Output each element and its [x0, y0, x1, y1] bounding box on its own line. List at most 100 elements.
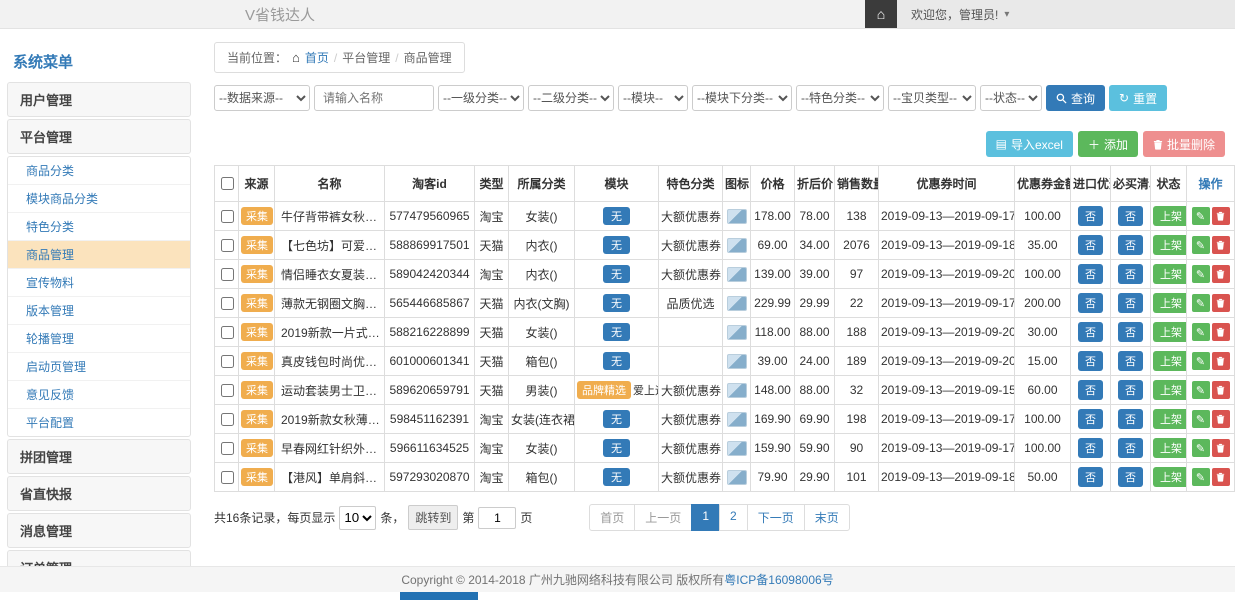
edit-button[interactable]: ✎ — [1192, 265, 1210, 283]
delete-button[interactable] — [1212, 439, 1230, 457]
edit-button[interactable]: ✎ — [1192, 236, 1210, 254]
sidebar-item-商品管理[interactable]: 商品管理 — [8, 241, 190, 269]
import-select-toggle[interactable]: 否 — [1078, 380, 1103, 400]
status-button[interactable]: 上架 — [1153, 264, 1187, 284]
sidebar-item-轮播管理[interactable]: 轮播管理 — [8, 325, 190, 353]
status-button[interactable]: 上架 — [1153, 351, 1187, 371]
import-select-toggle[interactable]: 否 — [1078, 351, 1103, 371]
name-search-input[interactable] — [314, 85, 434, 111]
delete-button[interactable] — [1212, 265, 1230, 283]
import-select-toggle[interactable]: 否 — [1078, 206, 1103, 226]
delete-button[interactable] — [1212, 468, 1230, 486]
status-button[interactable]: 上架 — [1153, 409, 1187, 429]
status-button[interactable]: 上架 — [1153, 322, 1187, 342]
must-buy-toggle[interactable]: 否 — [1118, 235, 1143, 255]
row-checkbox[interactable] — [221, 239, 234, 252]
sidebar-group-平台管理[interactable]: 平台管理 — [7, 119, 191, 154]
must-buy-toggle[interactable]: 否 — [1118, 351, 1143, 371]
batch-delete-button[interactable]: 批量删除 — [1143, 131, 1225, 157]
delete-button[interactable] — [1212, 207, 1230, 225]
edit-button[interactable]: ✎ — [1192, 352, 1210, 370]
status-button[interactable]: 上架 — [1153, 467, 1187, 487]
filter-select-2[interactable]: --模块-- — [618, 85, 688, 111]
filter-select-0[interactable]: --一级分类-- — [438, 85, 524, 111]
must-buy-toggle[interactable]: 否 — [1118, 467, 1143, 487]
sidebar-item-特色分类[interactable]: 特色分类 — [8, 213, 190, 241]
page-button-下一页[interactable]: 下一页 — [747, 504, 805, 531]
row-checkbox[interactable] — [221, 413, 234, 426]
status-button[interactable]: 上架 — [1153, 206, 1187, 226]
import-select-toggle[interactable]: 否 — [1078, 264, 1103, 284]
row-checkbox[interactable] — [221, 355, 234, 368]
filter-select-5[interactable]: --宝贝类型-- — [888, 85, 976, 111]
must-buy-toggle[interactable]: 否 — [1118, 438, 1143, 458]
breadcrumb-item-goods[interactable]: 商品管理 — [404, 49, 452, 66]
home-button[interactable]: ⌂ — [865, 0, 897, 28]
sidebar-group-消息管理[interactable]: 消息管理 — [7, 513, 191, 548]
edit-button[interactable]: ✎ — [1192, 207, 1210, 225]
user-menu[interactable]: 欢迎您，管理员! ▾ — [897, 0, 1235, 28]
row-checkbox[interactable] — [221, 471, 234, 484]
sidebar-item-启动页管理[interactable]: 启动页管理 — [8, 353, 190, 381]
must-buy-toggle[interactable]: 否 — [1118, 322, 1143, 342]
delete-button[interactable] — [1212, 323, 1230, 341]
sidebar-item-模块商品分类[interactable]: 模块商品分类 — [8, 185, 190, 213]
sidebar-item-意见反馈[interactable]: 意见反馈 — [8, 381, 190, 409]
icp-link[interactable]: 粤ICP备16098006号 — [724, 571, 833, 588]
per-page-select[interactable]: 10 — [339, 506, 376, 530]
status-button[interactable]: 上架 — [1153, 380, 1187, 400]
search-button[interactable]: 查询 — [1046, 85, 1105, 111]
add-button[interactable]: ＋ 添加 — [1078, 131, 1138, 157]
breadcrumb-home-link[interactable]: 首页 — [305, 49, 329, 66]
jump-button[interactable]: 跳转到 — [408, 505, 458, 530]
filter-select-3[interactable]: --模块下分类-- — [692, 85, 792, 111]
import-select-toggle[interactable]: 否 — [1078, 293, 1103, 313]
status-button[interactable]: 上架 — [1153, 438, 1187, 458]
filter-data-source[interactable]: --数据来源-- — [214, 85, 310, 111]
status-button[interactable]: 上架 — [1153, 235, 1187, 255]
must-buy-toggle[interactable]: 否 — [1118, 264, 1143, 284]
sidebar-item-版本管理[interactable]: 版本管理 — [8, 297, 190, 325]
sidebar-item-宣传物料[interactable]: 宣传物料 — [8, 269, 190, 297]
row-checkbox[interactable] — [221, 297, 234, 310]
sidebar-item-平台配置[interactable]: 平台配置 — [8, 409, 190, 436]
delete-button[interactable] — [1212, 410, 1230, 428]
edit-button[interactable]: ✎ — [1192, 410, 1210, 428]
import-select-toggle[interactable]: 否 — [1078, 438, 1103, 458]
sidebar-group-用户管理[interactable]: 用户管理 — [7, 82, 191, 117]
sidebar-item-商品分类[interactable]: 商品分类 — [8, 157, 190, 185]
row-checkbox[interactable] — [221, 442, 234, 455]
edit-button[interactable]: ✎ — [1192, 439, 1210, 457]
must-buy-toggle[interactable]: 否 — [1118, 206, 1143, 226]
filter-select-1[interactable]: --二级分类-- — [528, 85, 614, 111]
import-select-toggle[interactable]: 否 — [1078, 467, 1103, 487]
must-buy-toggle[interactable]: 否 — [1118, 293, 1143, 313]
reset-button[interactable]: ↻ 重置 — [1109, 85, 1167, 111]
import-excel-button[interactable]: ▤ 导入excel — [986, 131, 1073, 157]
import-select-toggle[interactable]: 否 — [1078, 235, 1103, 255]
breadcrumb-item-platform[interactable]: 平台管理 — [342, 49, 390, 66]
page-button-2[interactable]: 2 — [719, 504, 748, 531]
import-select-toggle[interactable]: 否 — [1078, 322, 1103, 342]
page-button-1[interactable]: 1 — [691, 504, 720, 531]
delete-button[interactable] — [1212, 381, 1230, 399]
status-button[interactable]: 上架 — [1153, 293, 1187, 313]
select-all-checkbox[interactable] — [221, 177, 234, 190]
row-checkbox[interactable] — [221, 326, 234, 339]
row-checkbox[interactable] — [221, 268, 234, 281]
page-button-首页[interactable]: 首页 — [589, 504, 635, 531]
filter-select-4[interactable]: --特色分类-- — [796, 85, 884, 111]
row-checkbox[interactable] — [221, 210, 234, 223]
delete-button[interactable] — [1212, 236, 1230, 254]
sidebar-group-拼团管理[interactable]: 拼团管理 — [7, 439, 191, 474]
delete-button[interactable] — [1212, 294, 1230, 312]
edit-button[interactable]: ✎ — [1192, 294, 1210, 312]
delete-button[interactable] — [1212, 352, 1230, 370]
import-select-toggle[interactable]: 否 — [1078, 409, 1103, 429]
must-buy-toggle[interactable]: 否 — [1118, 380, 1143, 400]
filter-select-6[interactable]: --状态-- — [980, 85, 1042, 111]
page-button-上一页[interactable]: 上一页 — [634, 504, 692, 531]
page-number-input[interactable] — [478, 507, 516, 529]
row-checkbox[interactable] — [221, 384, 234, 397]
edit-button[interactable]: ✎ — [1192, 323, 1210, 341]
